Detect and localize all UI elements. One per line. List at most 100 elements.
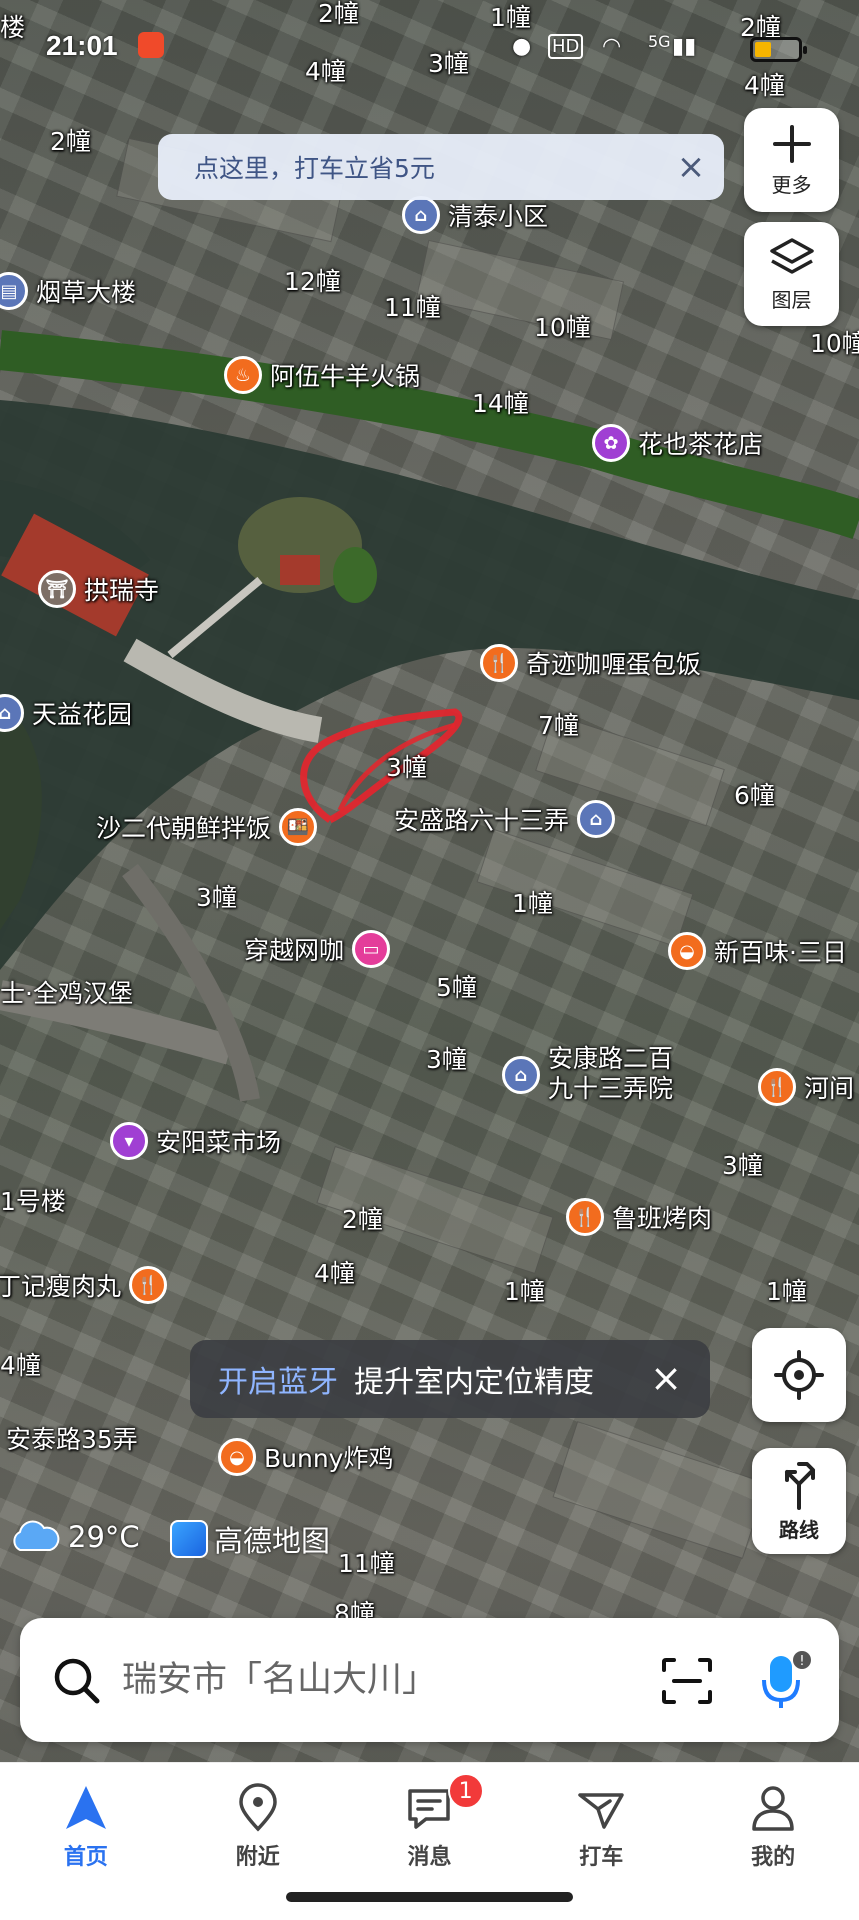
enable-bluetooth-link[interactable]: 开启蓝牙 (218, 1357, 338, 1401)
more-button[interactable]: 更多 (744, 108, 839, 212)
locate-button[interactable] (752, 1328, 846, 1422)
map-label: 10幢 (534, 313, 591, 342)
poi-anyang[interactable]: ▾ 安阳菜市场 (110, 1122, 281, 1160)
nav-home[interactable]: 首页 (0, 1763, 172, 1920)
route-label: 路线 (779, 1517, 819, 1542)
close-icon[interactable]: × (644, 1356, 688, 1400)
poi-luban[interactable]: 🍴 鲁班烤肉 (566, 1198, 712, 1236)
poi-gongrui[interactable]: ⛩ 拱瑞寺 (38, 570, 159, 608)
poi-qingtai[interactable]: ⌂ 清泰小区 (402, 196, 548, 234)
hd-icon: HD (548, 34, 584, 59)
wifi-icon: ◠ (602, 34, 622, 59)
restaurant-icon: 🍴 (758, 1068, 796, 1106)
layers-button[interactable]: 图层 (744, 222, 839, 326)
route-button[interactable]: 路线 (752, 1448, 846, 1554)
nav-messages-label: 消息 (407, 1845, 452, 1870)
search-bar[interactable]: ! (20, 1618, 839, 1742)
map-label: 3幢 (722, 1151, 763, 1180)
message-icon (408, 1789, 451, 1829)
location-icon: ● (512, 34, 532, 59)
poi-ankang[interactable]: ⌂ 安康路二百 九十三弄院 (502, 1044, 673, 1104)
promo-text: 点这里，打车立省5元 (194, 154, 435, 183)
plus-icon (772, 124, 811, 163)
search-input[interactable] (122, 1650, 642, 1710)
temperature: 29°C (68, 1520, 140, 1554)
map-label: 4幢 (314, 1259, 355, 1288)
taxi-promo-banner[interactable]: 点这里，打车立省5元 × (158, 134, 724, 200)
nav-profile-label: 我的 (751, 1845, 796, 1870)
map-label: 3幢 (426, 1045, 467, 1074)
building-icon: ▤ (0, 272, 28, 310)
poi-xinbaiwei[interactable]: ◒ 新百味·三日 (668, 932, 847, 970)
taxi-flag-icon (578, 1793, 625, 1829)
clock: 21:01 (46, 30, 118, 61)
poi-chuanyue[interactable]: 穿越网咖 ▭ (244, 930, 391, 968)
amap-logo: 高德地图 (170, 1518, 330, 1560)
amap-brand: 高德地图 (214, 1524, 331, 1558)
map-label: 1幢 (512, 889, 553, 918)
layers-label: 图层 (771, 287, 812, 312)
microphone-icon[interactable]: ! (756, 1650, 812, 1712)
map-label: 3幢 (386, 753, 427, 782)
poi-tianyi[interactable]: ⌂ 天益花园 (0, 694, 132, 732)
map-label: 11幢 (338, 1549, 395, 1578)
map-label: 6幢 (734, 781, 775, 810)
app-notification-icon (138, 32, 164, 58)
more-label: 更多 (771, 172, 812, 197)
internet-cafe-icon: ▭ (352, 930, 391, 968)
weather-widget[interactable]: 29°C (8, 1520, 140, 1554)
residential-icon: ⌂ (0, 694, 24, 732)
map-label: 2幢 (50, 127, 91, 156)
map-label: 11幢 (384, 293, 441, 322)
map-label: 14幢 (472, 389, 529, 418)
status-bar: 21:01 ● HD ◠ 5G ▮▮ (0, 0, 859, 100)
restaurant-icon: 🍴 (129, 1266, 168, 1304)
nav-profile[interactable]: 我的 (687, 1763, 859, 1920)
poi-qiji[interactable]: 🍴 奇迹咖喱蛋包饭 (480, 644, 701, 682)
message-badge: 1 (447, 1773, 484, 1809)
scan-icon[interactable] (660, 1656, 714, 1706)
nav-home-label: 首页 (63, 1845, 108, 1870)
amap-logo-icon (170, 1520, 208, 1558)
route-icon (785, 1461, 815, 1510)
location-pin-icon (238, 1783, 277, 1832)
poi-bunny[interactable]: ◒ Bunny炸鸡 (218, 1438, 393, 1476)
hotpot-icon: ♨ (224, 356, 262, 394)
burger-icon: ◒ (218, 1438, 256, 1476)
poi-ansheng[interactable]: 安盛路六十三弄 ⌂ (394, 800, 616, 838)
residential-icon: ⌂ (577, 800, 616, 838)
map-label: 7幢 (538, 711, 579, 740)
poi-hejian[interactable]: 🍴 河间 (758, 1068, 854, 1106)
poi-tobacco[interactable]: ▤ 烟草大楼 (0, 272, 136, 310)
nav-taxi-label: 打车 (579, 1845, 624, 1870)
poi-sha[interactable]: 沙二代朝鲜拌饭 🍱 (96, 808, 318, 846)
bluetooth-tip: 开启蓝牙 提升室内定位精度 × (190, 1340, 710, 1418)
poi-antai[interactable]: 安泰路35弄 (6, 1420, 138, 1456)
map-label: 1号楼 (0, 1187, 66, 1216)
burger-icon: ◒ (668, 932, 706, 970)
poi-huaye[interactable]: ✿ 花也茶花店 (592, 424, 763, 462)
layers-icon (769, 237, 814, 274)
map-label: 4幢 (0, 1351, 41, 1380)
poi-awu[interactable]: ♨ 阿伍牛羊火锅 (224, 356, 420, 394)
residential-icon: ⌂ (402, 196, 440, 234)
network-icon: 5G (648, 32, 671, 51)
poi-shourou[interactable]: 丁记瘦肉丸 🍴 (0, 1266, 168, 1304)
svg-text:!: ! (799, 1654, 804, 1669)
user-icon (752, 1786, 794, 1831)
map-label: 1幢 (504, 1277, 545, 1306)
restaurant-icon: 🍴 (480, 644, 518, 682)
restaurant-icon: 🍴 (566, 1198, 604, 1236)
market-icon: ▾ (110, 1122, 148, 1160)
close-icon[interactable]: × (668, 144, 714, 190)
flower-icon: ✿ (592, 424, 630, 462)
map-label: 12幢 (284, 267, 341, 296)
map-label: 2幢 (342, 1205, 383, 1234)
battery-icon (750, 37, 807, 62)
nav-nearby-label: 附近 (235, 1845, 280, 1870)
restaurant-icon: 🍱 (279, 808, 318, 846)
poi-chicken-burger[interactable]: 士·全鸡汉堡 (0, 974, 133, 1010)
navigation-arrow-icon (65, 1786, 106, 1829)
map-label: 10幢 (810, 329, 859, 358)
home-indicator (286, 1892, 573, 1902)
